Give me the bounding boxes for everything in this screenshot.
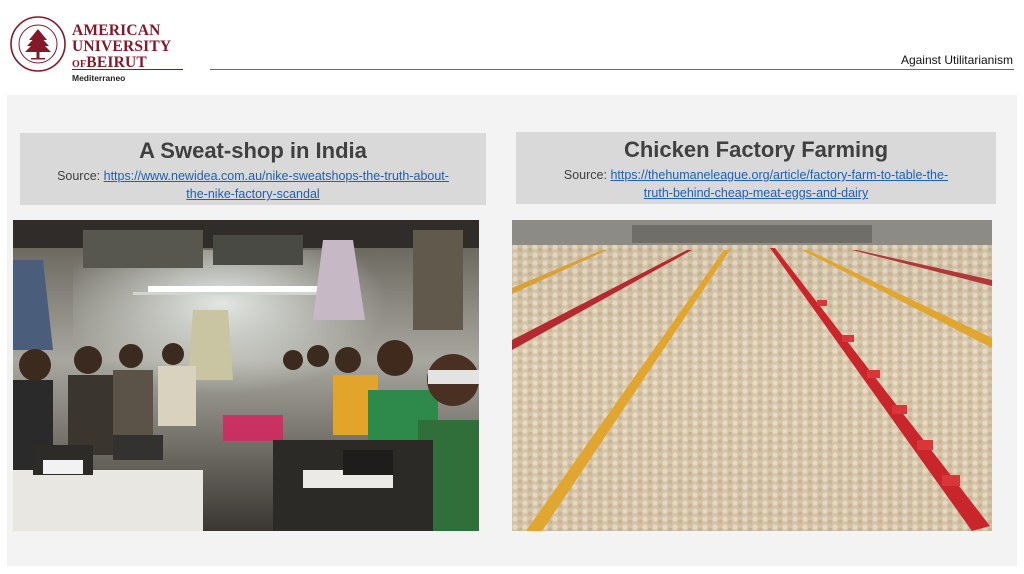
left-source-link-line2: the-nike-factory-scandal <box>186 187 320 201</box>
logo-line-american: AMERICAN <box>72 22 161 39</box>
right-caption-title: Chicken Factory Farming <box>623 137 889 162</box>
university-seal-icon <box>10 16 66 72</box>
logo-divider <box>72 69 183 70</box>
left-caption-source: Source: https://www.newidea.com.au/nike-… <box>20 167 486 203</box>
left-caption-title: A Sweat-shop in India <box>139 138 367 163</box>
logo-subtitle: Mediterraneo <box>72 73 126 83</box>
left-source-link-line1: https://www.newidea.com.au/nike-sweatsho… <box>103 169 449 183</box>
right-caption-box: Chicken Factory Farming Source: https://… <box>516 132 996 204</box>
left-source-link[interactable]: https://www.newidea.com.au/nike-sweatsho… <box>104 169 449 201</box>
right-source-label: Source: <box>563 168 611 182</box>
right-source-link[interactable]: https://thehumaneleague.org/article/fact… <box>610 168 948 200</box>
university-logo: AMERICAN UNIVERSITY OFBEIRUT Mediterrane… <box>10 16 185 84</box>
right-source-link-line2: truth-behind-cheap-meat-eggs-and-dairy <box>643 186 869 200</box>
left-source-label: Source: <box>57 169 104 183</box>
sweatshop-photo <box>13 220 479 531</box>
header-divider <box>210 69 1014 70</box>
university-name: AMERICAN UNIVERSITY OFBEIRUT <box>72 23 171 73</box>
chicken-farm-photo <box>512 220 992 531</box>
left-caption-box: A Sweat-shop in India Source: https://ww… <box>20 133 486 205</box>
right-caption-source: Source: https://thehumaneleague.org/arti… <box>516 166 996 202</box>
slide-header-title: Against Utilitarianism <box>900 53 1013 67</box>
logo-line-university: UNIVERSITY <box>72 38 172 55</box>
right-source-link-line1: https://thehumaneleague.org/article/fact… <box>610 168 949 182</box>
